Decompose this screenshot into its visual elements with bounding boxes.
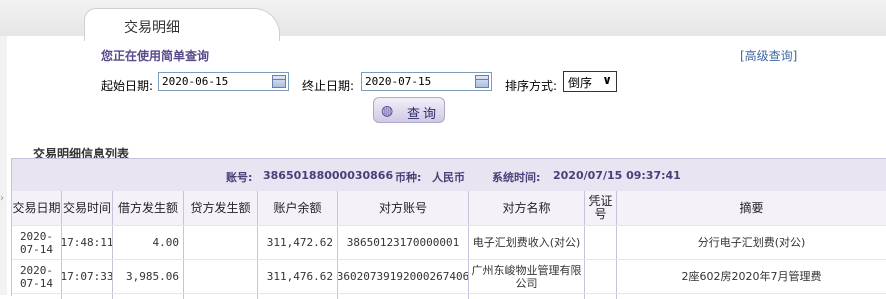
cell-credit: [184, 226, 258, 259]
end-date-value: 2020-07-15: [365, 75, 432, 88]
transaction-table: 账号: 38650188000030866 币种: 人民币 系统时间: 2020…: [11, 158, 886, 299]
start-date-input[interactable]: 2020-06-15: [158, 72, 289, 91]
account-label: 账号:: [226, 171, 253, 184]
currency-label: 币种:: [395, 171, 422, 184]
cell-voucher: [585, 260, 617, 293]
col-header-time: 交易时间: [62, 191, 113, 225]
cell-debit: 4.00: [113, 226, 184, 259]
col-header-memo: 摘要: [617, 191, 886, 225]
cell-balance: 311,472.62: [258, 226, 338, 259]
cell-counter-account: 38650123170000001: [338, 226, 469, 259]
col-header-counter-account: 对方账号: [338, 191, 469, 225]
table-row[interactable]: 2020-07-14 17:48:11 4.00 311,472.62 3865…: [12, 226, 886, 259]
cell-memo: 分行电子汇划费(对公): [617, 226, 886, 259]
cell-balance: 311,476.62: [258, 260, 338, 293]
col-header-date: 交易日期: [12, 191, 62, 225]
left-strip: [0, 36, 7, 295]
simple-query-hint: 您正在使用简单查询: [101, 49, 210, 63]
col-header-counter-name: 对方名称: [469, 191, 585, 225]
col-header-debit: 借方发生额: [113, 191, 184, 225]
account-number: 38650188000030866: [263, 169, 394, 182]
cell-debit: 3,985.06: [113, 260, 184, 293]
collapse-arrow-icon[interactable]: ›: [0, 193, 4, 204]
calendar-icon[interactable]: [272, 75, 286, 88]
search-icon: ◍: [381, 103, 394, 119]
cell-credit: [184, 260, 258, 293]
calendar-icon[interactable]: [475, 75, 489, 88]
cell-counter-name: 电子汇划费收入(对公): [469, 226, 585, 259]
cell-date: 2020-07-14: [12, 226, 62, 259]
currency-value: 人民币: [432, 171, 465, 184]
advanced-query-link[interactable]: [高级查询]: [740, 47, 797, 64]
system-time-label: 系统时间:: [492, 171, 541, 184]
cell-time: 17:48:11: [62, 226, 113, 259]
sort-label: 排序方式:: [505, 79, 558, 93]
sort-value: 倒序: [568, 76, 593, 90]
chevron-down-icon: ∨: [602, 73, 612, 87]
account-info-bar: 账号: 38650188000030866 币种: 人民币 系统时间: 2020…: [12, 159, 886, 189]
query-button[interactable]: ◍ 查询: [373, 97, 445, 123]
end-date-label: 终止日期:: [302, 79, 355, 93]
tab-transaction-detail[interactable]: 交易明细: [84, 8, 280, 41]
tab-label: 交易明细: [124, 20, 180, 36]
col-header-balance: 账户余额: [258, 191, 338, 225]
sort-select[interactable]: 倒序 ∨: [563, 71, 617, 92]
end-date-input[interactable]: 2020-07-15: [361, 72, 492, 91]
start-date-label: 起始日期:: [101, 79, 154, 93]
cell-date: 2020-07-14: [12, 260, 62, 293]
col-header-credit: 贷方发生额: [184, 191, 258, 225]
cell-counter-account: 36020739192000267406: [338, 260, 469, 293]
cell-counter-name: 广州东峻物业管理有限公司: [469, 260, 585, 293]
system-time-value: 2020/07/15 09:37:41: [553, 169, 681, 182]
col-header-voucher: 凭证号: [585, 191, 617, 225]
cell-memo: 2座602房2020年7月管理费: [617, 260, 886, 293]
cell-time: 17:07:33: [62, 260, 113, 293]
cell-voucher: [585, 226, 617, 259]
table-header: 交易日期 交易时间 借方发生额 贷方发生额 账户余额 对方账号 对方名称 凭证号…: [12, 191, 886, 225]
query-button-label: 查询: [407, 107, 440, 122]
start-date-value: 2020-06-15: [162, 75, 229, 88]
table-row[interactable]: 2020-07-14 17:07:33 3,985.06 311,476.62 …: [12, 260, 886, 293]
